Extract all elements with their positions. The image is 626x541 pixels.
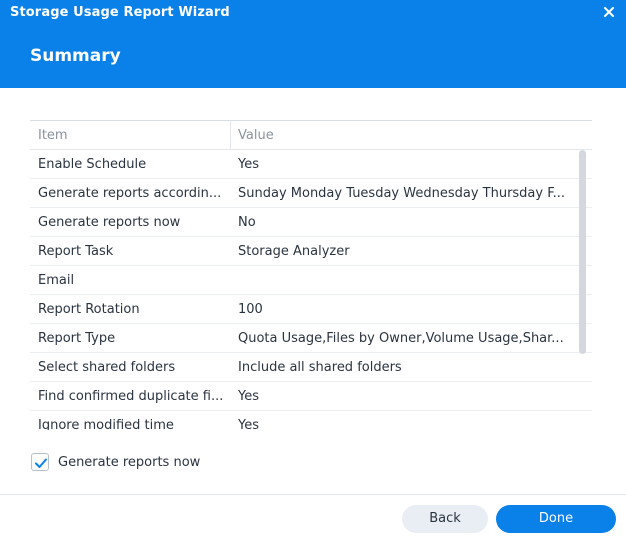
row-item-cell: Ignore modified time (38, 418, 174, 430)
column-header-value[interactable]: Value (238, 128, 274, 143)
summary-table: Item Value Enable Schedule Yes Generate re… (30, 120, 592, 430)
table-row[interactable]: Ignore modified time Yes (30, 411, 592, 430)
row-item-cell: Email (38, 273, 75, 288)
row-value-cell: Include all shared folders (238, 360, 402, 375)
step-title: Summary (30, 46, 121, 66)
row-item-cell: Report Type (38, 331, 116, 346)
table-row[interactable]: Select shared folders Include all shared … (30, 353, 592, 382)
table-row[interactable]: Report Rotation 100 (30, 295, 592, 324)
row-value-cell: Yes (238, 389, 259, 404)
back-button[interactable]: Back (402, 505, 488, 533)
table-scrollbar[interactable] (579, 150, 586, 354)
checkmark-icon (35, 458, 47, 468)
window-title: Storage Usage Report Wizard (10, 5, 230, 20)
row-value-cell: Storage Analyzer (238, 244, 350, 259)
row-value-cell: No (238, 215, 256, 230)
row-item-cell: Enable Schedule (38, 157, 147, 172)
table-row[interactable]: Report Type Quota Usage,Files by Owner,Vo… (30, 324, 592, 353)
row-item-cell: Find confirmed duplicate fi... (38, 389, 224, 404)
table-body: Enable Schedule Yes Generate reports accor… (30, 150, 592, 430)
row-value-cell: 100 (238, 302, 263, 317)
close-icon (604, 7, 614, 17)
row-value-cell: Sunday Monday Tuesday Wednesday Thursday… (238, 186, 566, 201)
row-item-cell: Select shared folders (38, 360, 176, 375)
row-value-cell: Quota Usage,Files by Owner,Volume Usage,… (238, 331, 564, 346)
wizard-header: Storage Usage Report Wizard Summary (0, 0, 626, 88)
table-row[interactable]: Find confirmed duplicate fi... Yes (30, 382, 592, 411)
row-value-cell: Yes (238, 418, 259, 430)
table-row[interactable]: Report Task Storage Analyzer (30, 237, 592, 266)
footer-divider (0, 494, 626, 495)
generate-now-label: Generate reports now (58, 455, 201, 470)
table-row[interactable]: Generate reports now No (30, 208, 592, 237)
row-item-cell: Report Rotation (38, 302, 140, 317)
row-item-cell: Report Task (38, 244, 114, 259)
generate-now-checkbox[interactable] (31, 453, 49, 471)
row-item-cell: Generate reports now (38, 215, 181, 230)
table-row[interactable]: Generate reports accordin... Sunday Monda… (30, 179, 592, 208)
row-item-cell: Generate reports accordin... (38, 186, 222, 201)
table-header: Item Value (30, 121, 592, 150)
done-button[interactable]: Done (496, 505, 616, 533)
table-row[interactable]: Email (30, 266, 592, 295)
close-button[interactable] (600, 3, 618, 23)
column-divider[interactable] (230, 121, 231, 150)
table-row[interactable]: Enable Schedule Yes (30, 150, 592, 179)
row-value-cell: Yes (238, 157, 259, 172)
column-header-item[interactable]: Item (38, 128, 68, 143)
